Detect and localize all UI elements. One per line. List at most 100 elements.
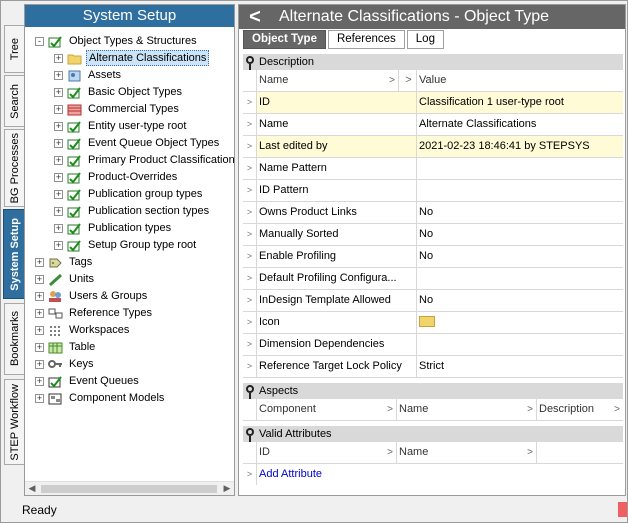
tree-item[interactable]: + Users & Groups	[35, 288, 149, 304]
pin-icon[interactable]	[246, 56, 254, 70]
tree-item[interactable]: + Entity user-type root	[54, 118, 188, 134]
tree-item[interactable]: - Object Types & Structures	[35, 33, 199, 49]
row-arrow-icon[interactable]: >	[243, 268, 257, 289]
description-row[interactable]: > Owns Product Links No	[243, 202, 623, 224]
expand-icon[interactable]: +	[54, 240, 63, 250]
description-row[interactable]: > Manually Sorted No	[243, 224, 623, 246]
expand-icon[interactable]: +	[35, 393, 44, 403]
expand-icon[interactable]: +	[35, 376, 44, 386]
expand-icon[interactable]: +	[35, 308, 44, 318]
tree-item[interactable]: + Publication group types	[54, 186, 204, 202]
expand-icon[interactable]: +	[54, 53, 63, 63]
expand-icon[interactable]: +	[54, 87, 63, 97]
expand-icon[interactable]: +	[35, 291, 44, 301]
collapse-icon[interactable]: -	[35, 36, 44, 46]
row-arrow-icon[interactable]: >	[243, 312, 257, 333]
property-value[interactable]: No	[417, 290, 623, 311]
sort-arrow-icon[interactable]: >	[527, 442, 533, 463]
tree-item[interactable]: + Workspaces	[35, 322, 131, 338]
tree-item[interactable]: + Setup Group type root	[54, 237, 198, 253]
name-column-header[interactable]: Name >	[397, 442, 537, 463]
expand-icon[interactable]: +	[35, 325, 44, 335]
side-tab-search[interactable]: Search	[4, 75, 24, 127]
component-column-header[interactable]: Component >	[257, 399, 397, 420]
description-row[interactable]: > Icon	[243, 312, 623, 334]
row-arrow-icon[interactable]: >	[243, 180, 257, 201]
row-arrow-icon[interactable]: >	[243, 136, 257, 157]
row-arrow-icon[interactable]: >	[243, 464, 257, 485]
description-row[interactable]: > Reference Target Lock Policy Strict	[243, 356, 623, 378]
property-value[interactable]	[417, 268, 623, 289]
expand-icon[interactable]: +	[35, 342, 44, 352]
description-row[interactable]: > InDesign Template Allowed No	[243, 290, 623, 312]
scrollbar-thumb[interactable]	[41, 485, 217, 493]
value-column-header[interactable]: Value	[417, 70, 623, 91]
side-tab-system-setup[interactable]: System Setup	[3, 209, 25, 299]
name-column-header[interactable]: Name >	[257, 70, 399, 91]
row-arrow-icon[interactable]: >	[243, 92, 257, 113]
tree-item[interactable]: + Component Models	[35, 390, 166, 406]
pin-icon[interactable]	[246, 428, 254, 442]
valid-attributes-section-header[interactable]: Valid Attributes	[243, 426, 623, 442]
aspects-section-header[interactable]: Aspects	[243, 383, 623, 399]
row-arrow-icon[interactable]: >	[243, 290, 257, 311]
tree-item[interactable]: + Keys	[35, 356, 95, 372]
tree-item[interactable]: + Event Queues	[35, 373, 141, 389]
expand-icon[interactable]: +	[54, 172, 63, 182]
tree-item[interactable]: + Units	[35, 271, 96, 287]
horizontal-scrollbar[interactable]: ◀ ▶	[25, 481, 234, 495]
expand-icon[interactable]: +	[54, 70, 63, 80]
expand-icon[interactable]: +	[54, 189, 63, 199]
tree-item[interactable]: + Reference Types	[35, 305, 154, 321]
description-section-header[interactable]: Description	[243, 54, 623, 70]
tree-item[interactable]: + Table	[35, 339, 97, 355]
expand-icon[interactable]: +	[35, 274, 44, 284]
side-tab-tree[interactable]: Tree	[4, 25, 24, 73]
tree-item[interactable]: + Alternate Classifications	[54, 50, 210, 66]
description-column-header[interactable]: Description >	[537, 399, 623, 420]
row-arrow-icon[interactable]: >	[243, 114, 257, 135]
add-attribute-link[interactable]: Add Attribute	[257, 464, 457, 485]
tree-item[interactable]: + Basic Object Types	[54, 84, 184, 100]
side-tab-bg-processes[interactable]: BG Processes	[4, 129, 24, 207]
description-row[interactable]: > ID Classification 1 user-type root	[243, 92, 623, 114]
description-row[interactable]: > Name Alternate Classifications	[243, 114, 623, 136]
row-arrow-icon[interactable]: >	[243, 202, 257, 223]
expand-icon[interactable]: +	[35, 359, 44, 369]
expand-icon[interactable]: +	[54, 223, 63, 233]
property-value[interactable]: No	[417, 202, 623, 223]
tab-log[interactable]: Log	[406, 30, 444, 49]
property-value[interactable]: Classification 1 user-type root	[417, 92, 623, 113]
expand-icon[interactable]: +	[54, 104, 63, 114]
scroll-right-icon[interactable]: ▶	[220, 482, 234, 496]
description-row[interactable]: > ID Pattern	[243, 180, 623, 202]
tree-item[interactable]: + Publication types	[54, 220, 173, 236]
row-arrow-icon[interactable]: >	[243, 224, 257, 245]
description-row[interactable]: > Dimension Dependencies	[243, 334, 623, 356]
property-value[interactable]	[417, 312, 623, 333]
property-value[interactable]	[417, 180, 623, 201]
expand-icon[interactable]: +	[35, 257, 44, 267]
expand-icon[interactable]: +	[54, 155, 63, 165]
tab-references[interactable]: References	[327, 30, 405, 49]
property-value[interactable]	[417, 334, 623, 355]
pin-icon[interactable]	[246, 385, 254, 399]
row-arrow-icon[interactable]: >	[243, 246, 257, 267]
side-tab-bookmarks[interactable]: Bookmarks	[4, 303, 24, 375]
tree-item[interactable]: + Publication section types	[54, 203, 211, 219]
scroll-left-icon[interactable]: ◀	[25, 482, 39, 496]
tree-item[interactable]: + Commercial Types	[54, 101, 181, 117]
sort-arrow-icon[interactable]: >	[614, 399, 620, 420]
tree-item[interactable]: + Tags	[35, 254, 94, 270]
sort-arrow-icon[interactable]: >	[387, 442, 393, 463]
property-value[interactable]: 2021-02-23 18:46:41 by STEPSYS	[417, 136, 623, 157]
expand-icon[interactable]: +	[54, 206, 63, 216]
description-row[interactable]: > Last edited by 2021-02-23 18:46:41 by ST…	[243, 136, 623, 158]
sort-arrow-icon[interactable]: >	[389, 70, 395, 91]
name-column-header[interactable]: Name >	[397, 399, 537, 420]
expand-icon[interactable]: +	[54, 138, 63, 148]
row-arrow-icon[interactable]: >	[243, 334, 257, 355]
tab-object-type[interactable]: Object Type	[243, 30, 326, 49]
back-arrow-icon[interactable]: <	[243, 6, 267, 28]
side-tab-step-workflow[interactable]: STEP Workflow	[4, 379, 24, 465]
